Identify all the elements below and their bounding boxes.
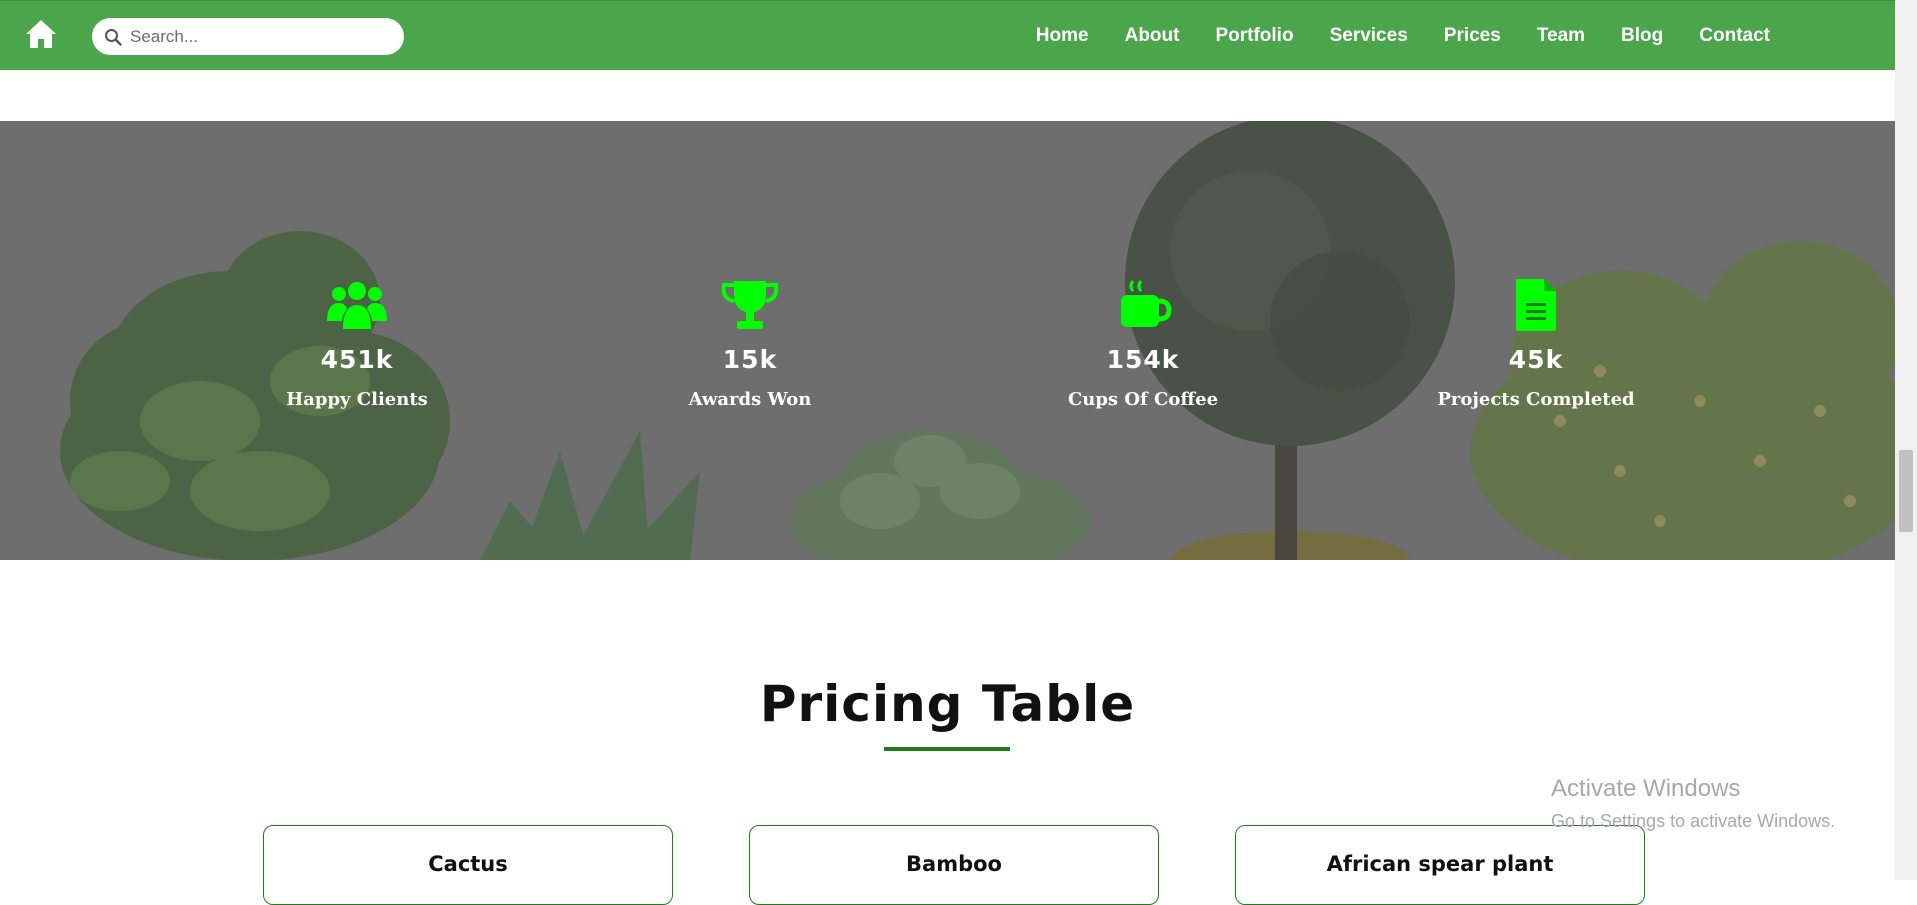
home-icon[interactable] — [24, 17, 58, 51]
nav-link-prices[interactable]: Prices — [1444, 25, 1501, 47]
pricing-card-cactus[interactable]: Cactus — [263, 825, 673, 905]
pricing-title: Pricing Table — [759, 675, 1136, 733]
stat-value: 451k — [320, 345, 394, 374]
watermark-title: Activate Windows — [1551, 775, 1741, 802]
pricing-card-african-spear-plant[interactable]: African spear plant — [1235, 825, 1645, 905]
users-icon — [327, 282, 387, 329]
watermark-subtitle: Go to Settings to activate Windows. — [1551, 811, 1836, 831]
title-underline — [884, 747, 1010, 751]
nav-link-team[interactable]: Team — [1537, 25, 1585, 47]
nav-link-blog[interactable]: Blog — [1621, 25, 1663, 47]
search-input[interactable] — [128, 22, 392, 52]
coffee-cup-icon — [1121, 280, 1172, 327]
nav-link-contact[interactable]: Contact — [1699, 25, 1770, 47]
activate-windows-watermark: Activate Windows Go to Settings to activ… — [1551, 775, 1835, 832]
plants-background-image — [0, 121, 1895, 560]
trophy-icon — [721, 281, 779, 329]
document-icon — [1516, 279, 1556, 331]
scrollbar-thumb[interactable] — [1899, 450, 1913, 532]
nav-link-about[interactable]: About — [1125, 25, 1180, 47]
nav-link-portfolio[interactable]: Portfolio — [1215, 25, 1293, 47]
stat-label: Awards Won — [688, 389, 812, 410]
nav-link-services[interactable]: Services — [1330, 25, 1408, 47]
pricing-card-bamboo[interactable]: Bamboo — [749, 825, 1159, 905]
search-icon — [105, 29, 122, 46]
stat-label: Happy Clients — [286, 389, 428, 410]
stat-label: Cups Of Coffee — [1067, 389, 1219, 410]
navbar: Home About Portfolio Services Prices Tea… — [0, 0, 1895, 70]
card-title: African spear plant — [1326, 852, 1554, 876]
stat-value: 154k — [1106, 345, 1180, 374]
nav-link-home[interactable]: Home — [1036, 25, 1089, 47]
vertical-scrollbar[interactable] — [1895, 0, 1917, 880]
nav-links: Home About Portfolio Services Prices Tea… — [1000, 1, 1770, 71]
card-title: Bamboo — [906, 852, 1002, 876]
card-title: Cactus — [428, 852, 508, 876]
stat-value: 15k — [722, 345, 778, 374]
search-box — [92, 18, 404, 55]
stat-label: Projects Completed — [1437, 389, 1635, 410]
stats-section: 451k Happy Clients 15k Awards Won 154k C… — [0, 121, 1895, 560]
stat-value: 45k — [1508, 345, 1564, 374]
